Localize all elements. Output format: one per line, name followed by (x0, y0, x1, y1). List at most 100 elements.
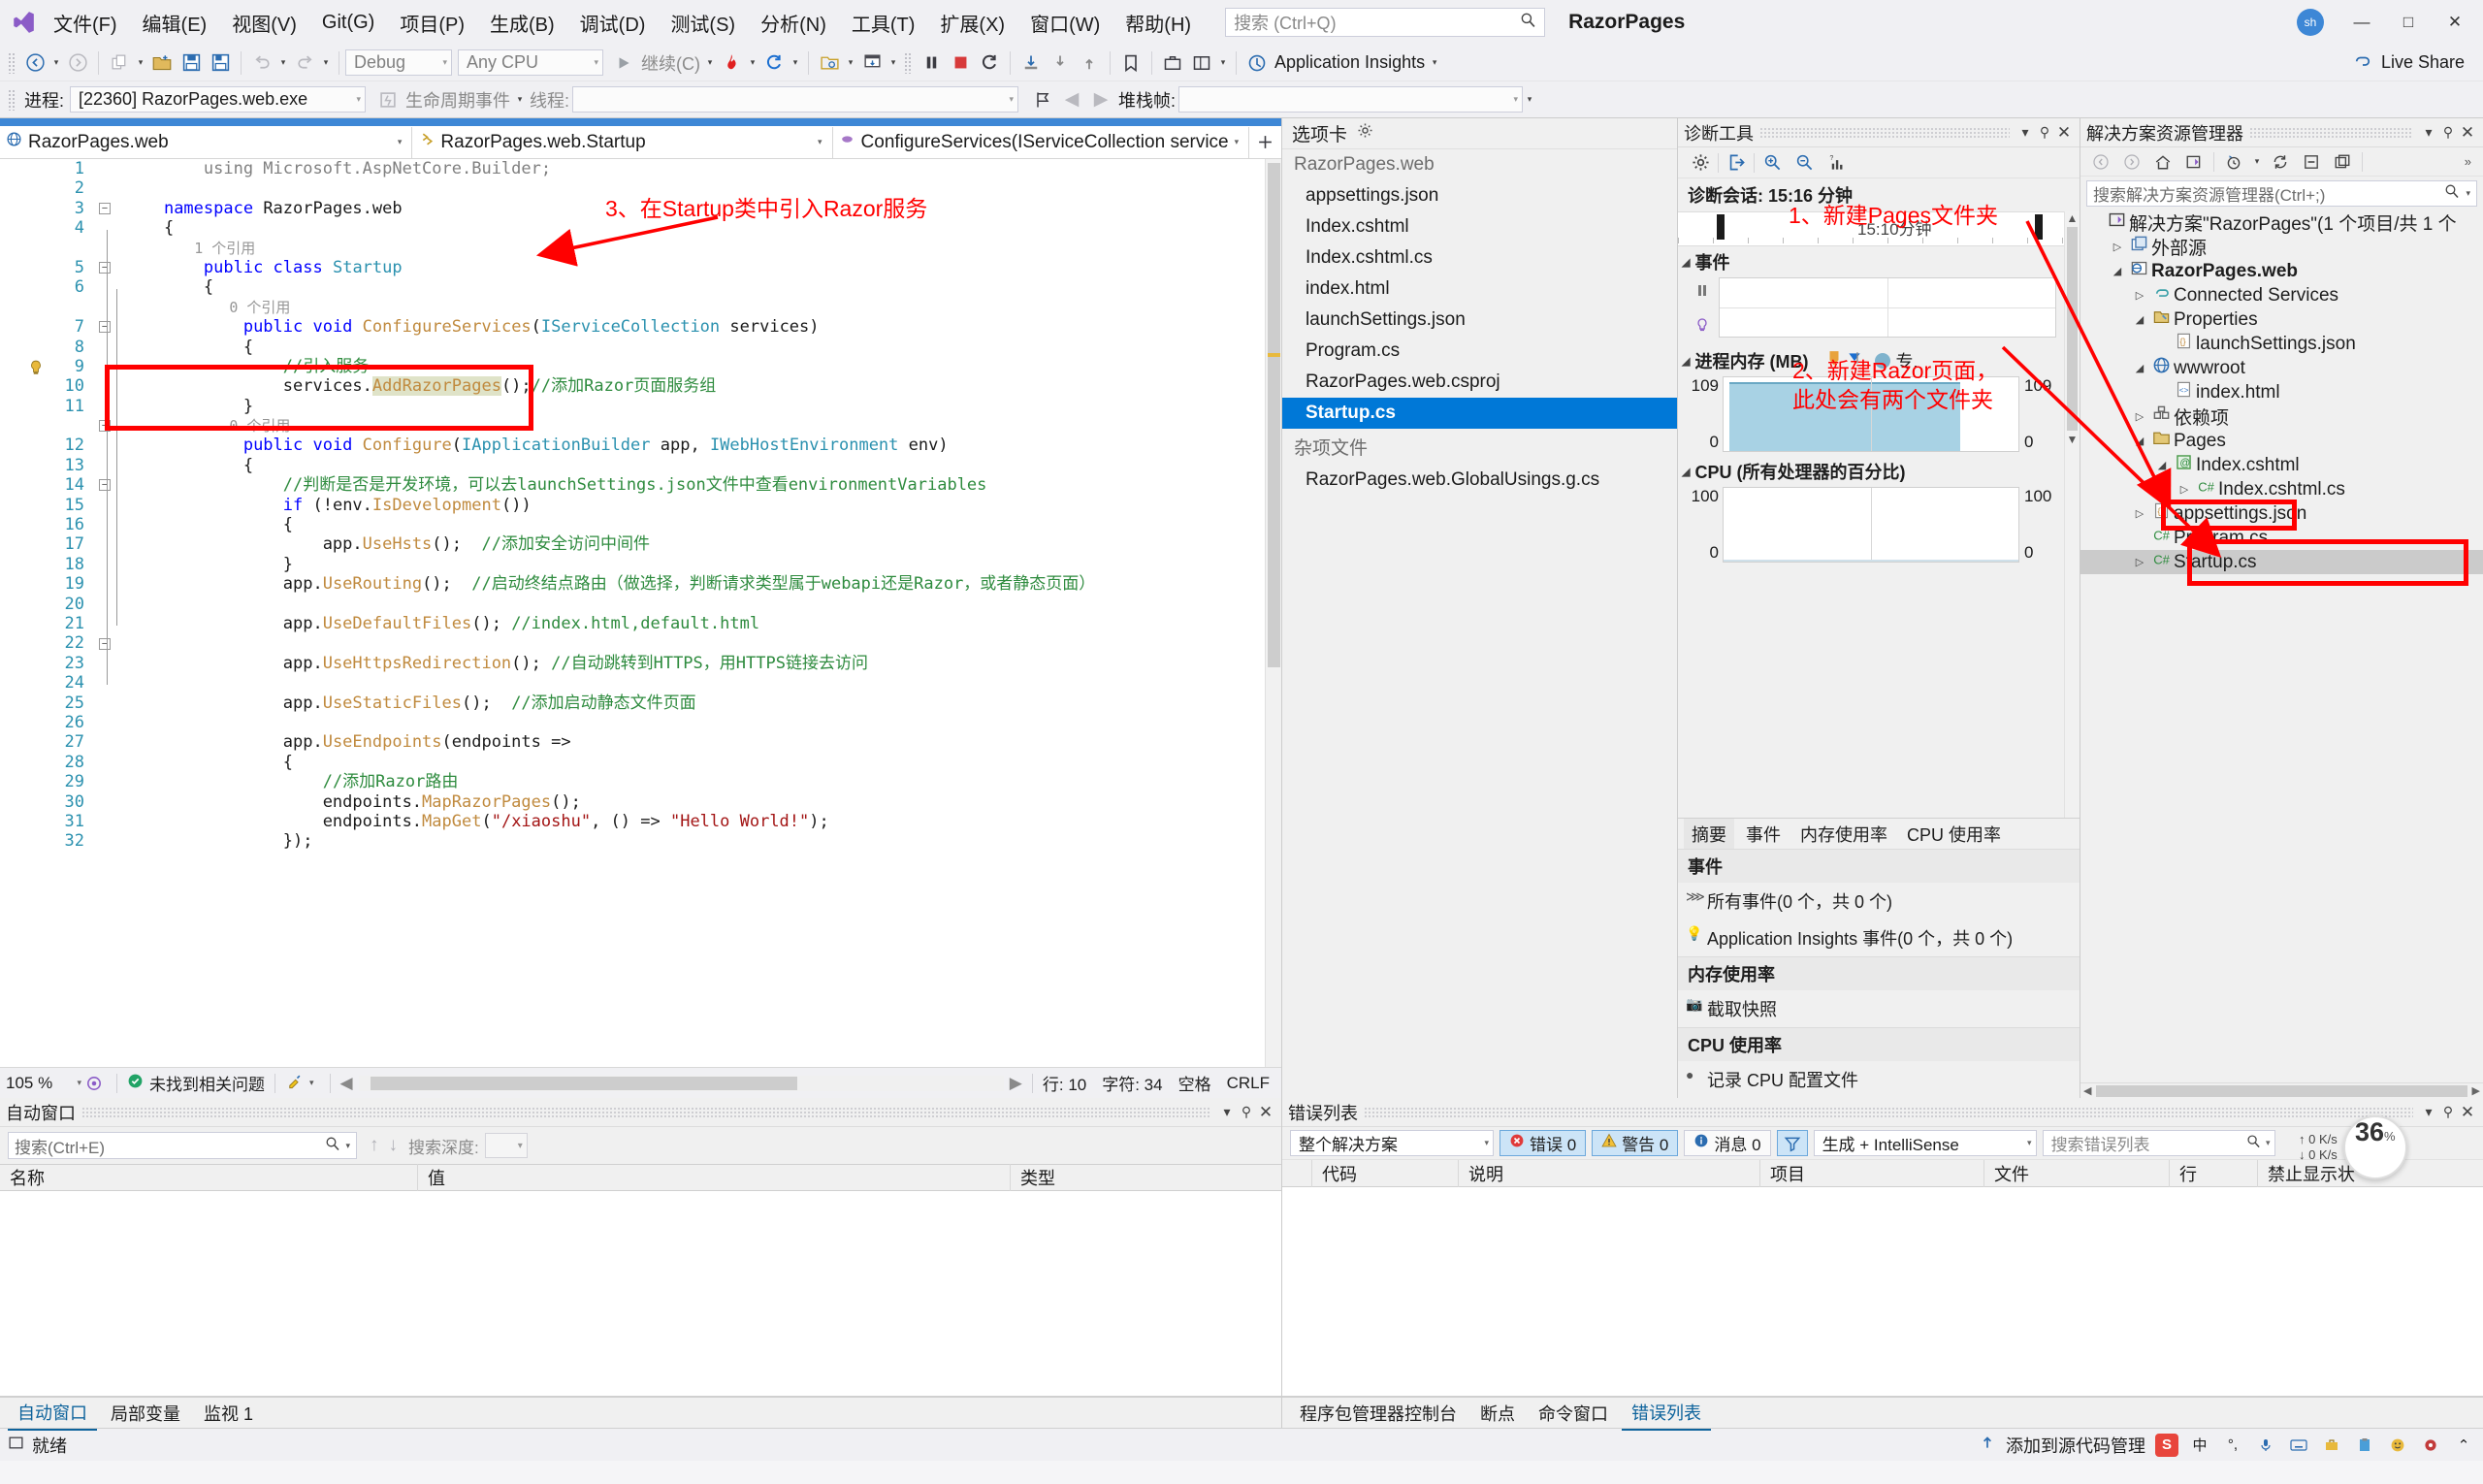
save-all-icon[interactable] (206, 48, 235, 78)
options-file-item[interactable]: index.html (1282, 274, 1677, 305)
navigate-back-dropdown[interactable]: ▾ (49, 49, 63, 77)
thread-prev-icon[interactable]: ◀ (1057, 85, 1086, 114)
menu-extensions[interactable]: 扩展(X) (927, 5, 1017, 41)
code-line[interactable]: //添加Razor路由 (124, 772, 1265, 791)
tree-expander-icon[interactable]: ◢ (2153, 459, 2171, 471)
menu-view[interactable]: 视图(V) (219, 5, 309, 41)
pin-icon[interactable]: ⚲ (1237, 1104, 1256, 1120)
options-file-item[interactable]: RazorPages.web.csproj (1282, 367, 1677, 398)
outlining-margin[interactable]: −−−−−− (91, 159, 124, 1067)
solution-tree-item[interactable]: 解决方案"RazorPages"(1 个项目/共 1 个 (2080, 210, 2483, 235)
new-project-dropdown[interactable]: ▾ (134, 49, 147, 77)
tree-expander-icon[interactable]: ◢ (2131, 362, 2148, 374)
back-icon[interactable] (2086, 147, 2115, 177)
code-line[interactable]: 0 个引用 (124, 298, 1265, 317)
messages-filter-button[interactable]: 消息 0 (1684, 1130, 1770, 1156)
navigate-back-icon[interactable] (20, 48, 49, 78)
next-statement-dropdown[interactable]: ▾ (844, 49, 857, 77)
autos-search-input[interactable]: 搜索(Ctrl+E) ▾ (8, 1132, 357, 1159)
undo-icon[interactable] (247, 48, 276, 78)
error-tab-bar[interactable]: 程序包管理器控制台断点命令窗口错误列表 (1282, 1397, 2483, 1428)
flag-icon[interactable] (1028, 85, 1057, 114)
solution-tree-item[interactable]: ◢wwwroot (2080, 356, 2483, 380)
intellicode-icon[interactable] (81, 1075, 107, 1092)
error-search-dropdown[interactable]: ▾ (2261, 1138, 2271, 1148)
solution-tree-item[interactable]: {}launchSettings.json (2080, 332, 2483, 356)
code-line[interactable]: public void Configure(IApplicationBuilde… (124, 436, 1265, 455)
menu-debug[interactable]: 调试(D) (567, 5, 659, 41)
stack-frame-combo[interactable]: ▾ (1178, 86, 1523, 113)
fold-toggle[interactable]: − (99, 203, 111, 214)
chart-icon[interactable]: ? (1822, 148, 1851, 177)
navigate-forward-icon[interactable] (63, 48, 92, 78)
insights-dropdown[interactable]: ▾ (1428, 49, 1441, 77)
hot-reload-icon[interactable] (717, 48, 746, 78)
code-line[interactable]: using Microsoft.AspNetCore.Builder; (124, 159, 1265, 178)
tree-expander-icon[interactable]: ◢ (2131, 435, 2148, 447)
add-to-source-control-label[interactable]: 添加到源代码管理 (2006, 1433, 2145, 1458)
options-file-item[interactable]: Index.cshtml (1282, 211, 1677, 242)
error-grid-body[interactable] (1282, 1187, 2483, 1397)
code-line[interactable]: app.UseDefaultFiles(); //index.html,defa… (124, 614, 1265, 633)
fold-toggle[interactable]: − (99, 479, 111, 491)
code-line[interactable]: endpoints.MapRazorPages(); (124, 792, 1265, 812)
code-line[interactable]: public class Startup (124, 258, 1265, 277)
code-line[interactable]: { (124, 277, 1265, 297)
lifecycle-dropdown[interactable]: ▾ (513, 86, 527, 113)
code-line[interactable]: //引入服务 (124, 357, 1265, 376)
code-line[interactable]: app.UseStaticFiles(); //添加启动静态文件页面 (124, 694, 1265, 713)
solution-tree-item[interactable]: ◢Properties (2080, 307, 2483, 332)
class-dropdown[interactable]: RazorPages.web.Startup ▾ (412, 127, 832, 158)
chevron-down-icon[interactable]: ▾ (2419, 1104, 2438, 1120)
pending-changes-dropdown[interactable]: ▾ (2250, 148, 2264, 176)
hscroll-right-icon[interactable]: ▶ (1010, 1074, 1022, 1093)
lifecycle-events-icon[interactable] (373, 85, 403, 114)
summary-item[interactable]: 💡Application Insights 事件(0 个，共 0 个) (1678, 919, 2080, 956)
step-out-icon[interactable] (1075, 48, 1104, 78)
code-line[interactable]: { (124, 515, 1265, 534)
project-dropdown[interactable]: RazorPages.web ▾ (0, 127, 412, 158)
ime-lang-label[interactable]: 中 (2188, 1434, 2211, 1457)
code-line[interactable]: app.UseHttpsRedirection(); //自动跳转到HTTPS，… (124, 654, 1265, 673)
diagnostics-scrollbar[interactable]: ▲ ▼ (2064, 211, 2080, 818)
panel-drag-handle[interactable] (81, 1107, 1211, 1118)
stop-icon[interactable] (946, 48, 975, 78)
close-icon[interactable]: ✕ (2458, 1103, 2477, 1122)
forward-icon[interactable] (2117, 147, 2146, 177)
menu-build[interactable]: 生成(B) (477, 5, 567, 41)
error-panel-tab[interactable]: 命令窗口 (1529, 1397, 1618, 1430)
solution-tree[interactable]: 解决方案"RazorPages"(1 个项目/共 1 个▷外部源◢RazorPa… (2080, 210, 2483, 1082)
autos-tab-bar[interactable]: 自动窗口局部变量监视 1 (0, 1397, 1281, 1428)
code-line[interactable]: app.UseHsts(); //添加安全访问中间件 (124, 534, 1265, 554)
code-line[interactable]: }); (124, 831, 1265, 851)
tree-expander-icon[interactable]: ▷ (2131, 507, 2148, 520)
code-line[interactable]: //判断是否是开发环境，可以去launchSettings.json文件中查看e… (124, 475, 1265, 495)
toolbar2-overflow[interactable]: ▾ (1523, 86, 1536, 113)
chevron-down-icon[interactable]: ▾ (1217, 1104, 1237, 1120)
diagnostics-tab[interactable]: CPU 使用率 (1899, 819, 2009, 850)
editor-vertical-scrollbar[interactable] (1265, 159, 1281, 1067)
configuration-combo[interactable]: Debug ▾ (345, 49, 452, 76)
settings-gear-icon[interactable] (1686, 148, 1715, 177)
performance-overlay[interactable]: ↑ 0 K/s ↓ 0 K/s 36 % (2299, 1115, 2407, 1179)
solution-horizontal-scrollbar[interactable]: ◀ ▶ (2080, 1082, 2483, 1098)
maximize-button[interactable]: □ (2386, 3, 2431, 42)
chevron-down-icon[interactable]: ▾ (2015, 124, 2035, 141)
hot-reload-dropdown[interactable]: ▾ (746, 49, 759, 77)
diagnostics-tab[interactable]: 摘要 (1684, 819, 1734, 850)
code-line[interactable]: } (124, 397, 1265, 416)
filter-toggle-button[interactable] (1777, 1130, 1808, 1156)
quick-search-input[interactable]: 搜索 (Ctrl+Q) (1225, 8, 1545, 37)
warnings-filter-button[interactable]: 警告 0 (1592, 1130, 1678, 1156)
code-editor[interactable]: 1234567891011121314151617181920212223242… (0, 159, 1281, 1067)
code-line[interactable]: app.UseEndpoints(endpoints => (124, 732, 1265, 752)
events-section-header[interactable]: ◢ 事件 (1678, 246, 2064, 277)
code-line[interactable]: { (124, 338, 1265, 357)
code-line[interactable] (124, 673, 1265, 693)
solution-tree-item[interactable]: ◢Pages (2080, 429, 2483, 453)
options-file-item[interactable]: appsettings.json (1282, 180, 1677, 211)
solution-tree-item[interactable]: ◢RazorPages.web (2080, 259, 2483, 283)
menu-test[interactable]: 测试(S) (658, 5, 748, 41)
panel-drag-handle[interactable] (1759, 127, 2010, 139)
autos-grid-body[interactable] (0, 1191, 1281, 1397)
